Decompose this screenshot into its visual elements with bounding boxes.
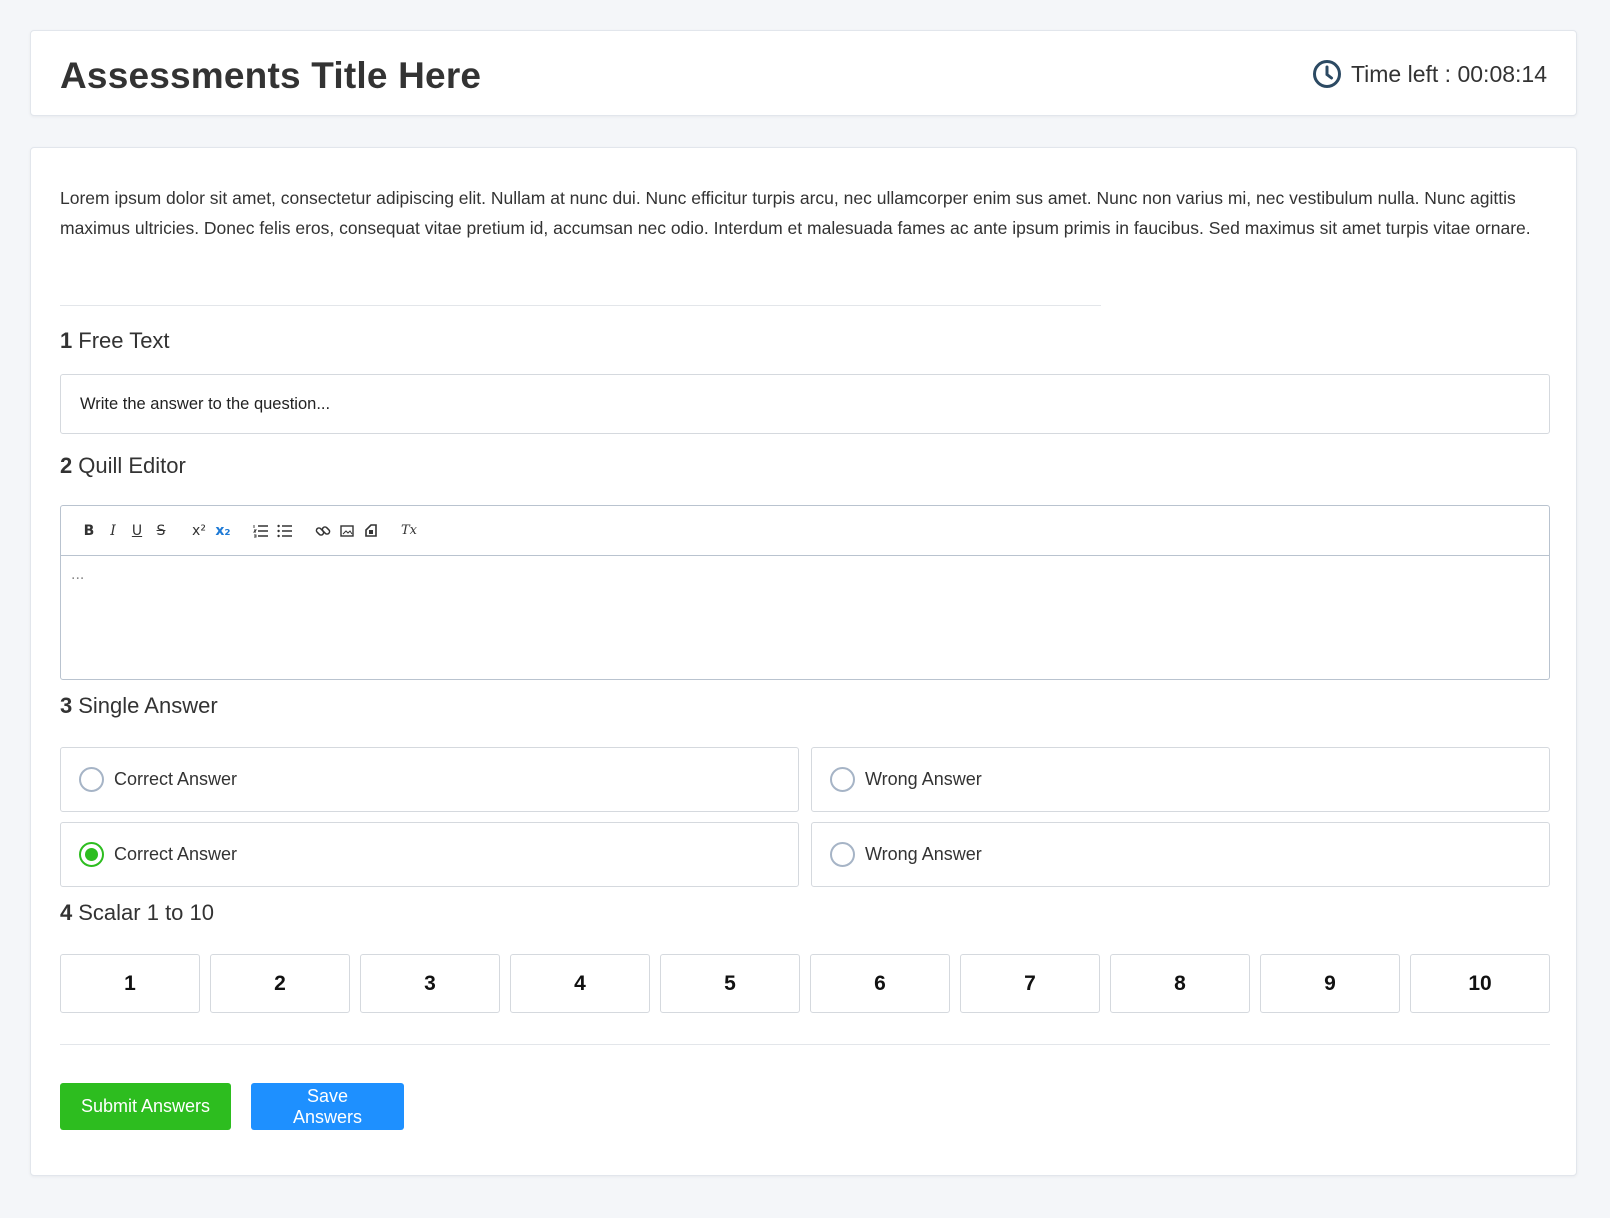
bold-button[interactable]: B	[77, 519, 101, 543]
question-title: Quill Editor	[78, 453, 186, 478]
image-icon[interactable]	[335, 519, 359, 543]
question-number: 2	[60, 453, 73, 478]
submit-answers-button[interactable]: Submit Answers	[60, 1083, 231, 1130]
superscript-button[interactable]: x²	[187, 519, 211, 543]
video-icon[interactable]	[359, 519, 383, 543]
answer-option-selected[interactable]: Correct Answer	[60, 822, 799, 887]
bullet-list-icon[interactable]	[273, 519, 297, 543]
question-1-label: 1 Free Text	[60, 328, 170, 354]
scale-button-5[interactable]: 5	[660, 954, 800, 1013]
question-2-label: 2 Quill Editor	[60, 453, 186, 479]
subscript-button[interactable]: x₂	[211, 519, 235, 543]
clock-icon	[1312, 59, 1342, 89]
question-number: 4	[60, 900, 73, 925]
scale-button-9[interactable]: 9	[1260, 954, 1400, 1013]
scale-button-10[interactable]: 10	[1410, 954, 1550, 1013]
italic-button[interactable]: I	[101, 519, 125, 543]
scale-button-8[interactable]: 8	[1110, 954, 1250, 1013]
question-number: 3	[60, 693, 73, 718]
option-label: Correct Answer	[114, 844, 238, 864]
question-title: Scalar 1 to 10	[78, 900, 214, 925]
question-number: 1	[60, 328, 73, 353]
question-3-label: 3 Single Answer	[60, 693, 218, 719]
question-title: Free Text	[78, 328, 170, 353]
quill-editor: B I U S x² x₂ Tx ...	[60, 505, 1550, 680]
option-label: Wrong Answer	[865, 769, 982, 789]
divider	[60, 1044, 1550, 1045]
page-title: Assessments Title Here	[60, 55, 482, 96]
radio-button[interactable]	[830, 842, 855, 867]
link-icon[interactable]	[311, 519, 335, 543]
underline-button[interactable]: U	[125, 519, 149, 543]
timer: Time left : 00:08:14	[1312, 59, 1547, 89]
assessment-card: Lorem ipsum dolor sit amet, consectetur …	[30, 147, 1577, 1176]
option-label: Wrong Answer	[865, 844, 982, 864]
scale-button-3[interactable]: 3	[360, 954, 500, 1013]
timer-label: Time left : 00:08:14	[1350, 60, 1547, 87]
scale-button-6[interactable]: 6	[810, 954, 950, 1013]
question-4-label: 4 Scalar 1 to 10	[60, 900, 214, 926]
editor-toolbar: B I U S x² x₂ Tx	[61, 506, 1549, 556]
answer-option[interactable]: Correct Answer	[60, 747, 799, 812]
intro-text: Lorem ipsum dolor sit amet, consectetur …	[60, 188, 1531, 238]
radio-button[interactable]	[830, 767, 855, 792]
radio-button-checked[interactable]	[79, 842, 104, 867]
question-title: Single Answer	[78, 693, 218, 718]
option-label: Correct Answer	[114, 769, 238, 789]
scale-button-2[interactable]: 2	[210, 954, 350, 1013]
scale-button-4[interactable]: 4	[510, 954, 650, 1013]
scale-button-7[interactable]: 7	[960, 954, 1100, 1013]
clean-format-button[interactable]: Tx	[397, 519, 421, 543]
radio-button[interactable]	[79, 767, 104, 792]
divider	[60, 305, 1101, 306]
free-text-input[interactable]	[60, 374, 1550, 434]
editor-content[interactable]: ...	[61, 556, 1549, 679]
scale-button-1[interactable]: 1	[60, 954, 200, 1013]
scale-row: 1 2 3 4 5 6 7 8 9 10	[60, 954, 1550, 1013]
answer-option[interactable]: Wrong Answer	[811, 822, 1550, 887]
header-card: Assessments Title Here Time left : 00:08…	[30, 30, 1577, 116]
ordered-list-icon[interactable]	[249, 519, 273, 543]
answer-option[interactable]: Wrong Answer	[811, 747, 1550, 812]
strike-button[interactable]: S	[149, 519, 173, 543]
save-answers-button[interactable]: Save Answers	[251, 1083, 404, 1130]
